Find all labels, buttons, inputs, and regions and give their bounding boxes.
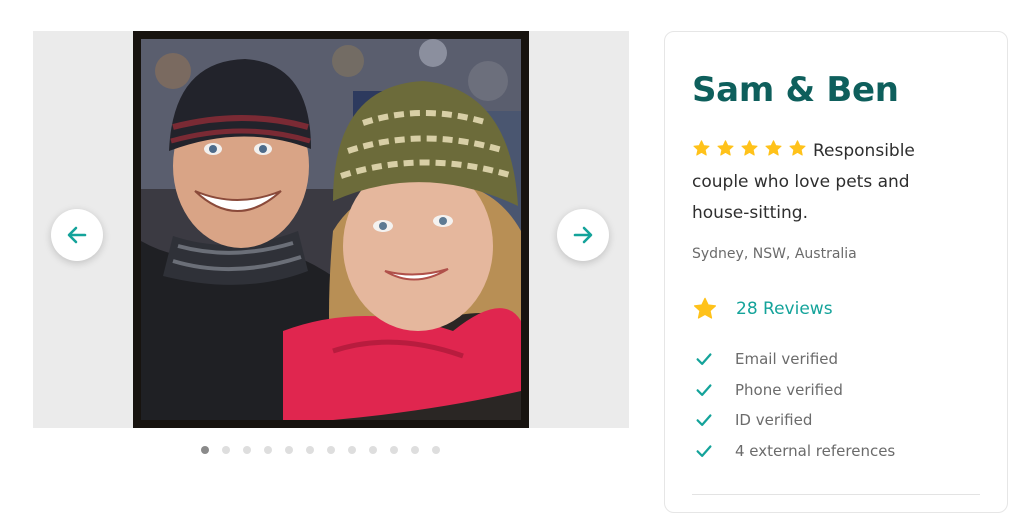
arrow-right-icon: [573, 226, 593, 244]
photo-carousel: [33, 31, 629, 428]
star-icon: [693, 140, 710, 156]
carousel-dot[interactable]: [411, 446, 419, 454]
rating-stars: [692, 139, 807, 158]
verification-item: ID verified: [695, 405, 895, 436]
carousel-dot[interactable]: [348, 446, 356, 454]
check-icon: [696, 414, 712, 427]
verification-label: 4 external references: [735, 441, 896, 460]
carousel-pagination: [201, 446, 440, 454]
verification-list: Email verified Phone verified ID verified 4…: [695, 344, 895, 466]
profile-location: Sydney, NSW, Australia: [692, 246, 857, 262]
check-icon: [696, 353, 712, 366]
check-icon: [696, 384, 712, 396]
carousel-dot[interactable]: [243, 446, 251, 454]
star-icon: [765, 140, 782, 156]
verification-item: 4 external references: [695, 436, 895, 467]
verification-item: Email verified: [695, 344, 895, 375]
carousel-dot[interactable]: [264, 446, 272, 454]
divider: [692, 494, 980, 495]
verification-label: Phone verified: [735, 380, 843, 399]
carousel-dot[interactable]: [432, 446, 440, 454]
carousel-next-button[interactable]: [557, 209, 609, 261]
reviews-count[interactable]: 28 Reviews: [736, 299, 833, 319]
verification-label: ID verified: [735, 411, 813, 430]
reviews-link[interactable]: 28 Reviews: [692, 296, 833, 322]
star-icon: [693, 297, 717, 319]
profile-card: Sam & Ben Responsible couple who love pe…: [664, 31, 1008, 513]
arrow-left-icon: [67, 226, 87, 244]
carousel-dot[interactable]: [369, 446, 377, 454]
verification-item: Phone verified: [695, 375, 895, 406]
carousel-dot[interactable]: [285, 446, 293, 454]
star-icon: [741, 140, 758, 156]
profile-name: Sam & Ben: [692, 70, 899, 110]
carousel-prev-button[interactable]: [51, 209, 103, 261]
carousel-dot[interactable]: [201, 446, 209, 454]
carousel-dot[interactable]: [306, 446, 314, 454]
check-icon: [696, 445, 712, 457]
verification-label: Email verified: [735, 350, 839, 369]
carousel-dot[interactable]: [390, 446, 398, 454]
profile-photo: [133, 31, 529, 428]
star-icon: [789, 140, 806, 156]
star-icon: [717, 140, 734, 156]
profile-bio: Responsible couple who love pets and hou…: [692, 136, 962, 229]
carousel-dot[interactable]: [327, 446, 335, 454]
carousel-dot[interactable]: [222, 446, 230, 454]
